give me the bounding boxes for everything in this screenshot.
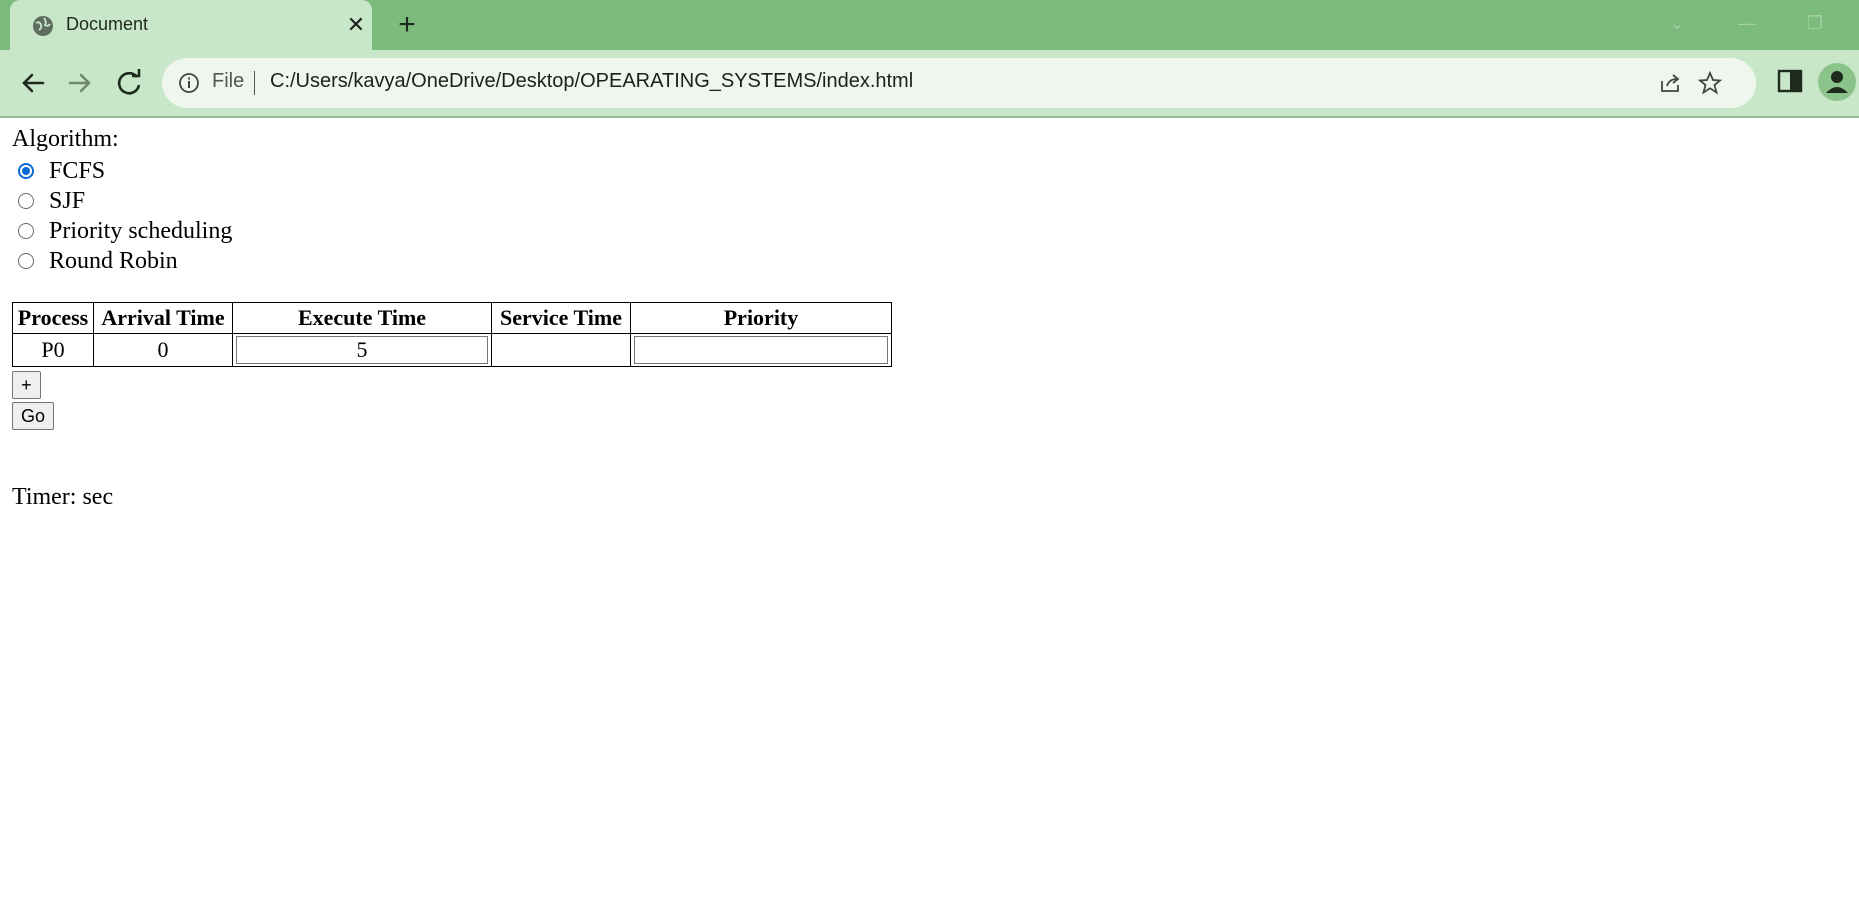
back-arrow-icon[interactable] xyxy=(13,63,53,103)
cell-arrival: 0 xyxy=(93,333,233,367)
cell-process: P0 xyxy=(12,333,94,367)
tab-title: Document xyxy=(66,14,149,34)
share-icon[interactable] xyxy=(1658,71,1682,95)
radio-label[interactable]: Round Robin xyxy=(49,248,178,275)
header-arrival-time: Arrival Time xyxy=(93,302,233,334)
header-service-time: Service Time xyxy=(491,302,631,334)
tab-document[interactable]: Document ✕ xyxy=(10,0,372,50)
table-row: P0 0 xyxy=(12,333,892,367)
header-execute-time: Execute Time xyxy=(232,302,492,334)
side-panel-icon[interactable] xyxy=(1776,67,1804,95)
header-priority: Priority xyxy=(630,302,892,334)
new-tab-button[interactable]: + xyxy=(392,10,422,41)
header-process: Process xyxy=(12,302,94,334)
address-separator xyxy=(254,71,255,95)
address-bar[interactable]: File C:/Users/kavya/OneDrive/Desktop/OPE… xyxy=(162,58,1756,108)
profile-avatar[interactable] xyxy=(1818,63,1856,101)
person-icon xyxy=(1826,71,1848,93)
page-content: Algorithm: FCFS SJF Priority scheduling … xyxy=(0,118,1859,906)
restore-icon[interactable]: ❐ xyxy=(1797,8,1833,38)
bookmark-star-icon[interactable] xyxy=(1698,71,1722,95)
process-table: Process Arrival Time Execute Time Servic… xyxy=(12,302,892,367)
tab-search-icon[interactable]: ⌄ xyxy=(1659,8,1695,38)
cell-service xyxy=(491,333,631,367)
globe-icon xyxy=(33,16,53,36)
forward-arrow-icon[interactable] xyxy=(60,63,100,103)
radio-label[interactable]: SJF xyxy=(49,188,85,215)
timer-text: Timer: sec xyxy=(12,484,114,510)
algorithm-label: Algorithm: xyxy=(12,126,119,152)
site-info-icon[interactable] xyxy=(178,72,200,94)
radio-button[interactable] xyxy=(18,163,34,179)
radio-button[interactable] xyxy=(18,223,34,239)
tab-strip: Document ✕ + ⌄ — ❐ xyxy=(0,0,1859,50)
minimize-icon[interactable]: — xyxy=(1729,8,1765,38)
add-process-button[interactable]: + xyxy=(12,371,41,399)
radio-button[interactable] xyxy=(18,193,34,209)
execute-time-input[interactable] xyxy=(236,336,488,364)
radio-label[interactable]: FCFS xyxy=(49,158,105,185)
radio-button[interactable] xyxy=(18,253,34,269)
table-header-row: Process Arrival Time Execute Time Servic… xyxy=(12,302,892,334)
go-button[interactable]: Go xyxy=(12,402,55,430)
close-tab-icon[interactable]: ✕ xyxy=(344,13,368,37)
browser-toolbar: File C:/Users/kavya/OneDrive/Desktop/OPE… xyxy=(0,50,1859,118)
radio-label[interactable]: Priority scheduling xyxy=(49,218,232,245)
scheme-label: File xyxy=(212,70,245,92)
cell-execute xyxy=(232,333,492,367)
cell-priority xyxy=(630,333,892,367)
priority-input[interactable] xyxy=(634,336,888,364)
url-text[interactable]: C:/Users/kavya/OneDrive/Desktop/OPEARATI… xyxy=(270,70,913,93)
reload-icon[interactable] xyxy=(109,63,149,103)
browser-chrome: Document ✕ + ⌄ — ❐ File C:/Users/kavya/O… xyxy=(0,0,1859,118)
